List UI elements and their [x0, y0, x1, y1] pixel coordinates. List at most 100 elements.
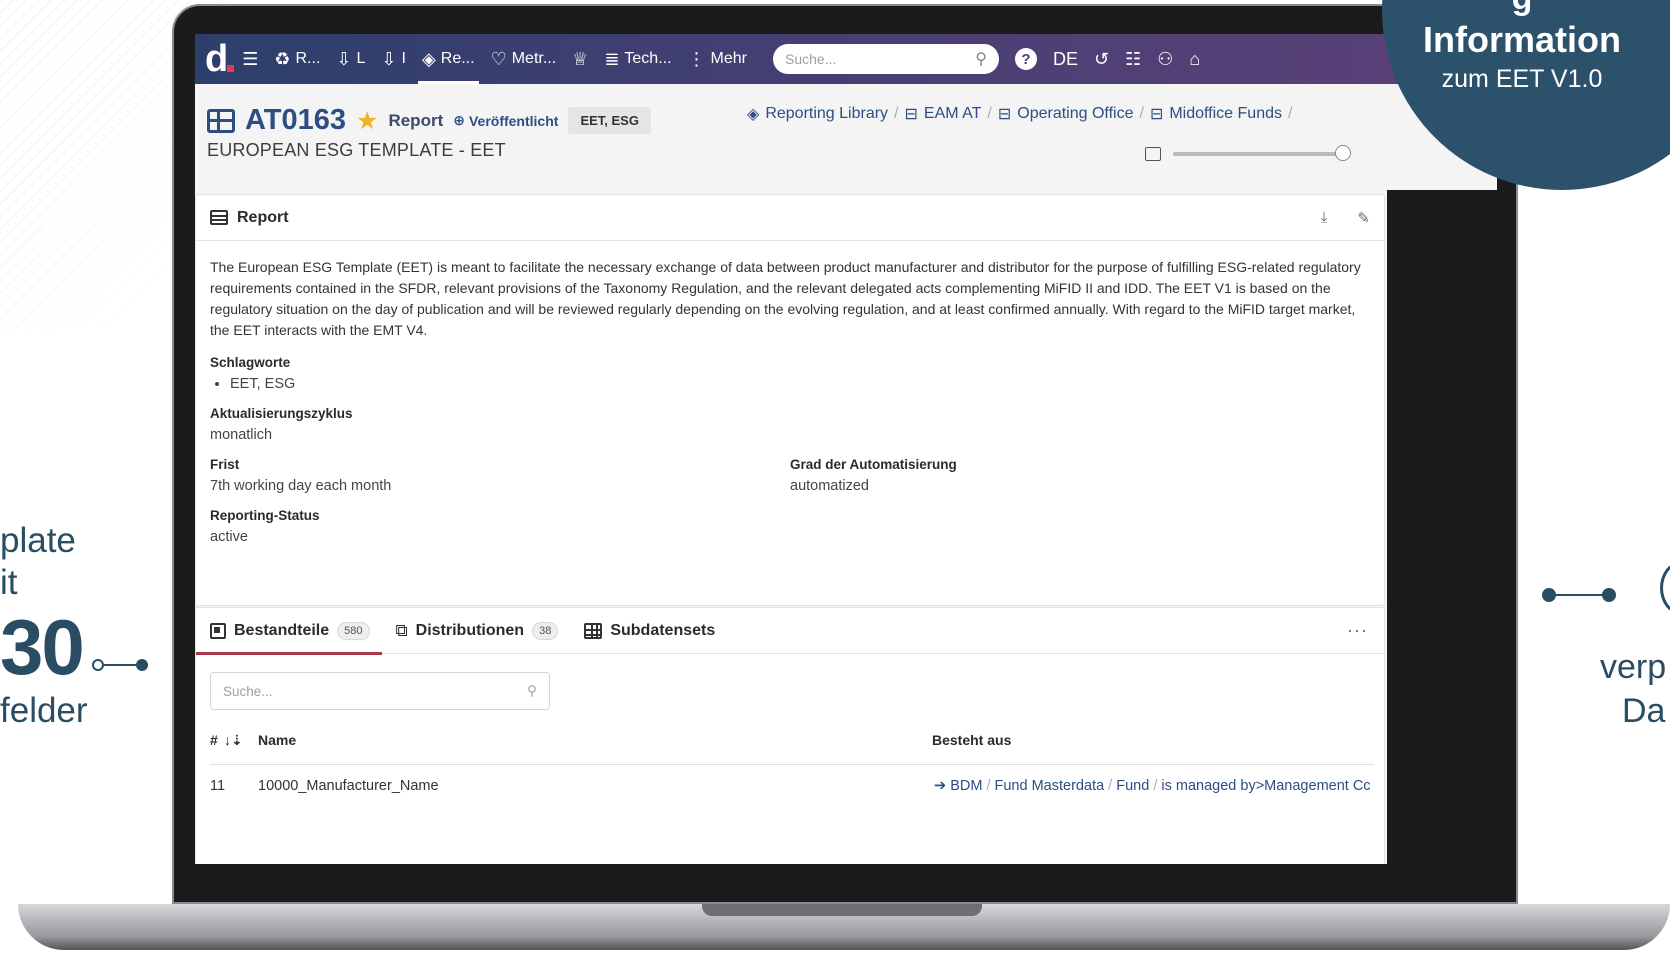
- tab-distributionen[interactable]: ⧉ Distributionen 38: [396, 608, 559, 654]
- report-card-title: Report: [237, 208, 289, 226]
- globe-icon: ⊕: [453, 112, 465, 128]
- breadcrumb-item-midoffice-funds[interactable]: Midoffice Funds: [1169, 105, 1282, 123]
- column-header-consists[interactable]: Besteht aus: [932, 732, 1011, 748]
- arrow-circle-icon: ➔: [934, 778, 947, 794]
- deadline-value: 7th working day each month: [210, 478, 392, 494]
- column-header-num[interactable]: #: [210, 732, 218, 748]
- left-callout-line2: it: [0, 563, 18, 602]
- search-icon: ⚲: [975, 51, 987, 68]
- page-header: AT0163 ★ Report ⊕ Veröffentlicht EET, ESG…: [195, 84, 1497, 190]
- nav-item-reporting[interactable]: ◈ Re...: [417, 34, 479, 84]
- cycle-label: Aktualisierungszyklus: [210, 406, 353, 421]
- left-callout: plate it 30 felder: [0, 520, 88, 732]
- more-options-icon[interactable]: ···: [1347, 620, 1368, 641]
- report-description: The European ESG Template (EET) is meant…: [210, 259, 1361, 338]
- tab-count-badge: 580: [337, 621, 370, 640]
- title-row: AT0163 ★ Report ⊕ Veröffentlicht EET, ESG: [207, 104, 651, 137]
- external-link-icon: ⧉: [395, 620, 408, 640]
- app-screen: d ☰ ♻ R... ⇩ L ⇩ I ◈ Re... ♡ Metr... ♕ ≣ Tech.…: [195, 34, 1497, 864]
- hand-icon: ⇩: [336, 49, 352, 69]
- slider-track[interactable]: [1173, 145, 1351, 161]
- keywords-value: EET, ESG: [210, 376, 1370, 392]
- reporting-status-label: Reporting-Status: [210, 508, 320, 523]
- nav-item-trophy[interactable]: ♕: [572, 34, 588, 84]
- archive-icon: ⊟: [1149, 106, 1164, 123]
- deadline-label: Frist: [210, 457, 240, 472]
- automation-value: automatized: [790, 478, 869, 494]
- layout-icon: [1145, 147, 1161, 161]
- nav-item-recycle[interactable]: ♻ R...: [274, 34, 320, 84]
- components-card: Bestandteile 580 ⧉ Distributionen 38 Sub…: [195, 607, 1385, 864]
- nav-item-database[interactable]: ☰: [242, 34, 258, 84]
- slider-thumb[interactable]: [1335, 145, 1351, 161]
- kebab-icon: ⋮: [687, 49, 706, 69]
- left-callout-line1: plate: [0, 521, 76, 560]
- info-badge-text: g Information zum EET V1.0: [1423, 0, 1621, 93]
- search-icon: ⚲: [527, 683, 537, 698]
- page-subtitle: EUROPEAN ESG TEMPLATE - EET: [207, 140, 506, 160]
- hand-up-icon: ⇩: [381, 49, 397, 69]
- row-number: 11: [210, 778, 226, 794]
- home-icon[interactable]: ⌂: [1189, 49, 1200, 70]
- row-name[interactable]: 10000_Manufacturer_Name: [258, 778, 439, 794]
- report-card-header: Report ⤓ ✎: [196, 195, 1384, 241]
- right-callout: verp Da: [1600, 645, 1666, 733]
- inbox-icon[interactable]: ☷: [1125, 49, 1141, 70]
- left-callout-line3: felder: [0, 691, 88, 730]
- tab-subdatensets[interactable]: Subdatensets: [584, 608, 715, 654]
- tab-bestandteile[interactable]: Bestandteile 580: [196, 608, 381, 655]
- right-callout-line1: verp: [1600, 648, 1667, 686]
- archive-icon: ⊟: [904, 106, 918, 123]
- org-chart-icon[interactable]: ⚇: [1157, 49, 1173, 70]
- favorite-star-icon[interactable]: ★: [356, 106, 378, 136]
- table-icon: [210, 210, 228, 225]
- gem-icon: ◈: [421, 49, 436, 69]
- automation-label: Grad der Automatisierung: [790, 457, 957, 472]
- archive-icon: ⊟: [997, 106, 1012, 123]
- object-type: Report: [388, 110, 444, 130]
- heart-pulse-icon: ♡: [490, 49, 507, 69]
- database-icon: ☰: [242, 49, 259, 69]
- app-logo[interactable]: d: [205, 40, 235, 78]
- breadcrumb-item-eam-at[interactable]: EAM AT: [924, 105, 982, 123]
- history-icon[interactable]: ↺: [1094, 49, 1109, 70]
- stack-icon: ≣: [604, 49, 620, 69]
- gem-icon: ◈: [747, 106, 760, 123]
- help-icon[interactable]: ?: [1015, 48, 1037, 70]
- download-icon[interactable]: ⤓: [1321, 209, 1328, 227]
- tab-bar: Bestandteile 580 ⧉ Distributionen 38 Sub…: [196, 608, 1384, 655]
- global-search-input[interactable]: Suche... ⚲: [773, 44, 999, 74]
- layout-slider[interactable]: [1145, 144, 1351, 164]
- recycle-icon: ♻: [274, 49, 291, 69]
- language-switch[interactable]: DE: [1053, 49, 1078, 70]
- table-search-input[interactable]: Suche... ⚲: [210, 672, 550, 710]
- nav-item-i[interactable]: ⇩ I: [381, 34, 406, 84]
- nav-utility-icons: ? DE ↺ ☷ ⚇ ⌂: [1015, 48, 1200, 70]
- reporting-status-value: active: [210, 529, 248, 545]
- report-card-body: The European ESG Template (EET) is meant…: [196, 241, 1384, 545]
- header-divider: [210, 764, 1374, 765]
- screen-edge-shade: [1387, 190, 1497, 864]
- edit-pencil-icon[interactable]: ✎: [1357, 209, 1370, 227]
- status-badge: ⊕ Veröffentlicht: [453, 112, 559, 129]
- nav-item-more[interactable]: ⋮ Mehr: [688, 34, 747, 84]
- trophy-icon: ♕: [572, 49, 589, 69]
- top-navigation: d ☰ ♻ R... ⇩ L ⇩ I ◈ Re... ♡ Metr... ♕ ≣ Tech.…: [195, 34, 1497, 84]
- tab-count-badge: 38: [532, 621, 559, 640]
- breadcrumb-item-operating-office[interactable]: Operating Office: [1017, 105, 1133, 123]
- deadline-automation-row: Frist 7th working day each month Grad de…: [210, 443, 1370, 494]
- column-header-name[interactable]: Name: [258, 732, 296, 748]
- right-connector: [1542, 588, 1622, 602]
- laptop-notch: [702, 904, 982, 916]
- row-path[interactable]: ➔ BDM / Fund Masterdata / Fund / is mana…: [934, 778, 1374, 794]
- nav-item-tech[interactable]: ≣ Tech...: [604, 34, 671, 84]
- sort-icon[interactable]: ↓⇣: [224, 732, 243, 749]
- right-ring-decoration: [1660, 562, 1670, 614]
- keywords-label: Schlagworte: [210, 355, 291, 370]
- marketing-stage: plate it 30 felder verp Da d ☰ ♻ R... ⇩ L …: [0, 0, 1670, 954]
- breadcrumb-item-reporting-library[interactable]: Reporting Library: [765, 105, 888, 123]
- left-callout-number: 30: [0, 603, 85, 691]
- nav-item-metrics[interactable]: ♡ Metr...: [491, 34, 557, 84]
- nav-item-l[interactable]: ⇩ L: [336, 34, 365, 84]
- cycle-value: monatlich: [210, 427, 273, 443]
